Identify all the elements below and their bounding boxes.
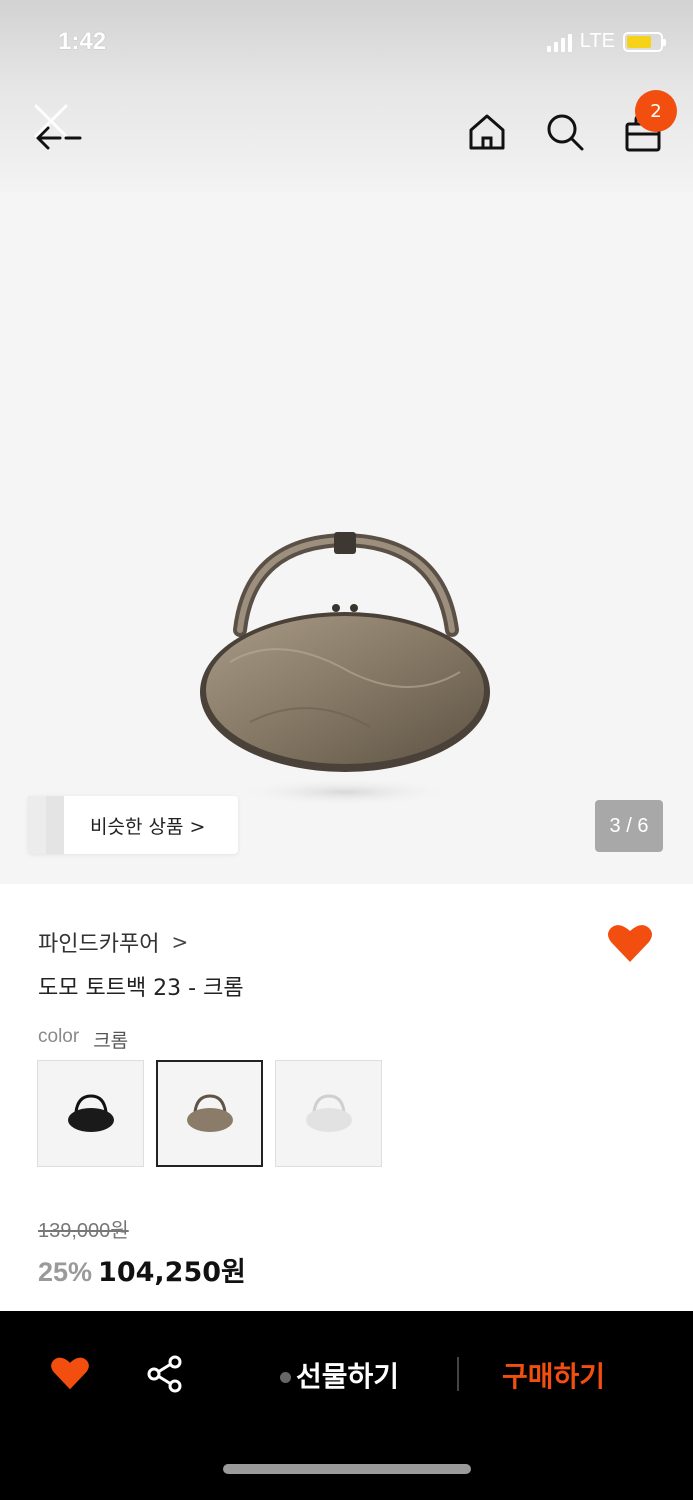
home-icon [469,114,505,150]
color-swatches [37,1060,382,1167]
swatch-black[interactable] [37,1060,144,1167]
color-row: color 크롬 [38,1026,128,1053]
heart-icon [51,1357,89,1390]
bag-thumbnail [186,1093,233,1132]
bag-thumbnail [67,1093,114,1132]
battery-icon [623,31,666,52]
similar-products-label: 비슷한 상품 > [90,815,206,838]
cart-button[interactable]: 2 [623,90,677,152]
search-button[interactable] [545,112,585,152]
similar-products-button[interactable]: 비슷한 상품 > [28,796,238,854]
share-icon [147,1355,182,1393]
swatch-white[interactable] [275,1060,382,1167]
sale-price: 104,250원 [98,1257,246,1288]
status-indicators: LTE [546,30,666,53]
color-value: 크롬 [93,1030,129,1052]
back-button[interactable] [30,100,90,160]
buy-button[interactable]: 구매하기 [502,1355,605,1395]
status-time: 1:42 [58,28,107,55]
discount-rate: 25% [38,1257,93,1287]
product-image [200,532,490,806]
bag-thumbnail [305,1093,352,1132]
price-row: 25% 104,250원 [38,1250,246,1289]
color-label: color [38,1026,80,1047]
button-divider [457,1357,459,1391]
brand-link[interactable]: 파인드카푸어 > [38,926,188,958]
original-price: 139,000원 [38,1220,129,1242]
image-page-indicator: 3 / 6 [595,800,663,852]
signal-icon [546,32,572,52]
home-button[interactable] [467,112,507,152]
bottom-wishlist-button[interactable] [50,1355,90,1391]
cart-count-badge: 2 [635,90,677,132]
home-indicator[interactable] [223,1464,471,1474]
bottom-action-bar: 선물하기 구매하기 [0,1311,693,1500]
gift-button[interactable]: 선물하기 [296,1355,399,1395]
network-label: LTE [579,30,615,52]
heart-icon [608,925,652,962]
similar-products-thumbnails [28,796,68,854]
product-title: 도모 토트백 23 - 크롬 [38,976,244,1001]
share-button[interactable] [146,1355,184,1393]
back-icon [34,104,82,150]
brand-name: 파인드카푸어 [38,932,160,957]
top-header: 1:42 LTE 2 [0,0,693,192]
swatch-chrome[interactable] [156,1060,263,1167]
loading-dot [280,1372,291,1383]
search-icon [547,114,584,151]
chevron-right-icon: > [171,930,189,954]
wishlist-button[interactable] [607,922,653,964]
product-image-gallery[interactable]: 비슷한 상품 > 3 / 6 [0,192,693,884]
product-info: 파인드카푸어 > 도모 토트백 23 - 크롬 color 크롬 139,000… [0,884,693,1311]
header-actions: 2 [467,90,677,152]
